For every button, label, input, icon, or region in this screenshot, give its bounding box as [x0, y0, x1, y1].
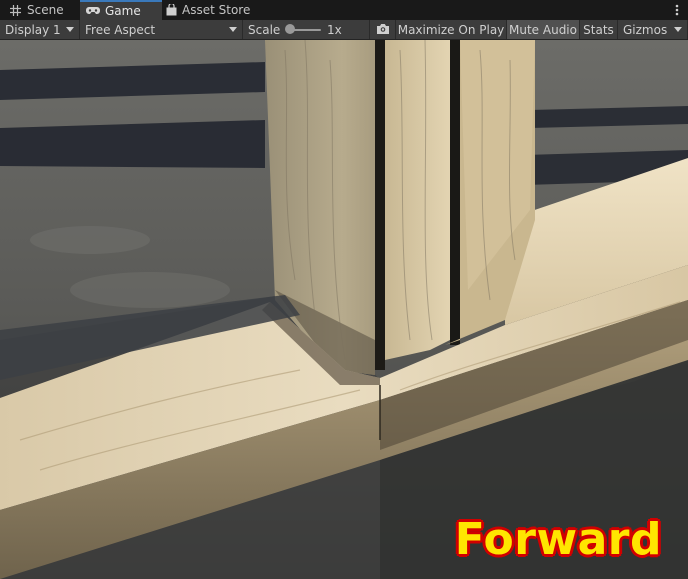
tab-label: Game: [105, 4, 141, 18]
game-toolbar: Display 1 Free Aspect Scale 1x Maximize …: [0, 20, 688, 40]
chevron-down-icon: [229, 27, 237, 32]
rendered-scene: [0, 40, 688, 579]
aspect-dropdown[interactable]: Free Aspect: [80, 20, 243, 39]
game-view[interactable]: Forward: [0, 40, 688, 579]
slider-handle[interactable]: [285, 24, 295, 34]
display-label: Display 1: [5, 22, 61, 37]
shopping-bag-icon: [166, 4, 177, 16]
unity-game-window: Scene Game Asset Store Display 1 Free As…: [0, 0, 688, 579]
tab-asset-store[interactable]: Asset Store: [160, 0, 256, 20]
maximize-on-play-toggle[interactable]: Maximize On Play: [395, 20, 506, 39]
scale-label: Scale: [248, 22, 281, 37]
tab-scene[interactable]: Scene: [2, 0, 72, 20]
render-path-label: Forward: [454, 514, 662, 565]
tab-game[interactable]: Game: [80, 0, 162, 20]
gamepad-icon: [86, 5, 100, 17]
more-options-icon[interactable]: [672, 2, 682, 18]
stats-toggle[interactable]: Stats: [579, 20, 617, 39]
maximize-label: Maximize On Play: [397, 22, 505, 37]
stats-label: Stats: [583, 22, 614, 37]
display-dropdown[interactable]: Display 1: [0, 20, 80, 39]
gizmos-dropdown[interactable]: Gizmos: [617, 20, 688, 39]
aspect-label: Free Aspect: [85, 22, 156, 37]
camera-icon: [376, 23, 390, 37]
mute-audio-toggle[interactable]: Mute Audio: [506, 20, 579, 39]
tab-bar: Scene Game Asset Store: [0, 0, 688, 20]
tab-label: Asset Store: [182, 3, 251, 17]
chevron-down-icon: [674, 27, 682, 32]
scale-value: 1x: [327, 22, 342, 37]
tab-label: Scene: [27, 3, 64, 17]
grid-icon: [8, 4, 22, 16]
gizmos-label: Gizmos: [623, 22, 668, 37]
mute-label: Mute Audio: [509, 22, 577, 37]
screenshot-button[interactable]: [369, 20, 395, 39]
chevron-down-icon: [66, 27, 74, 32]
